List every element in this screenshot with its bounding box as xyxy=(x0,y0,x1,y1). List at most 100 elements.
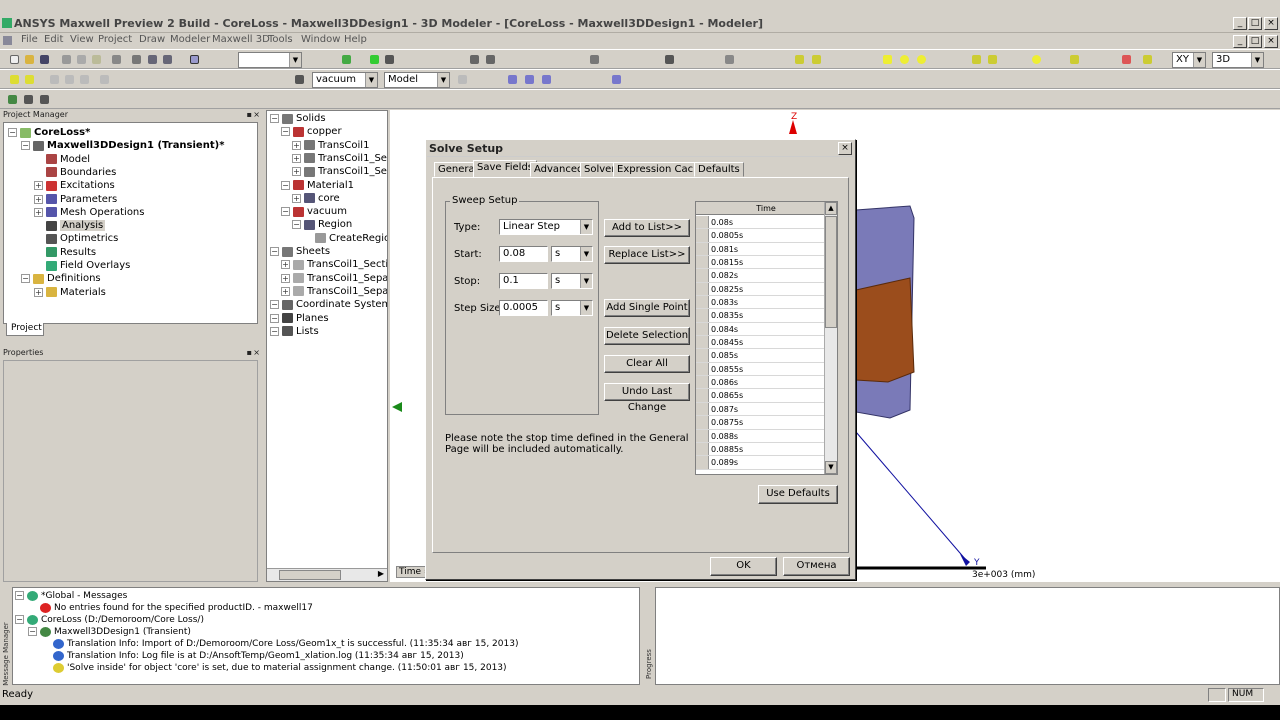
validate-icon[interactable] xyxy=(370,55,379,64)
tab-defaults[interactable]: Defaults xyxy=(694,162,744,177)
expand-toggle-icon[interactable]: − xyxy=(28,627,37,636)
expand-toggle-icon[interactable]: + xyxy=(34,207,43,217)
replace-list-button[interactable]: Replace List>> xyxy=(604,246,690,264)
expand-toggle-icon[interactable]: − xyxy=(21,141,30,151)
message-item[interactable]: −'Solve inside' for object 'core' is set… xyxy=(41,661,507,674)
time-row[interactable]: 0.0865s xyxy=(696,389,824,403)
delete-selection-button[interactable]: Delete Selection xyxy=(604,327,690,345)
model-tree-item[interactable]: + TransCoil1 xyxy=(292,139,369,152)
menu-edit[interactable]: Edit xyxy=(44,34,63,45)
time-row[interactable]: 0.087s xyxy=(696,402,824,417)
expand-toggle-icon[interactable]: − xyxy=(15,615,24,624)
fit-all-icon[interactable] xyxy=(665,55,674,64)
expand-toggle-icon[interactable]: − xyxy=(281,180,290,190)
expand-toggle-icon[interactable]: − xyxy=(270,247,279,256)
project-tree-item[interactable]: − Maxwell3DDesign1 (Transient)* xyxy=(21,139,224,152)
menu-draw[interactable]: Draw xyxy=(139,34,165,45)
pan-icon[interactable] xyxy=(470,55,479,64)
line-icon[interactable] xyxy=(795,55,804,64)
time-row[interactable]: 0.086s xyxy=(696,376,824,390)
cancel-button[interactable]: Отмена xyxy=(783,557,850,576)
expand-toggle-icon[interactable]: + xyxy=(292,193,301,203)
material-combo[interactable]: vacuum ▼ xyxy=(312,72,378,88)
copy-icon[interactable] xyxy=(77,55,86,64)
delete-icon[interactable] xyxy=(132,55,141,64)
expand-toggle-icon[interactable]: + xyxy=(34,194,43,204)
context-help-icon[interactable] xyxy=(25,75,34,84)
expand-toggle-icon[interactable]: + xyxy=(34,287,43,297)
expand-toggle-icon[interactable]: − xyxy=(281,127,290,137)
table-icon[interactable] xyxy=(24,95,33,104)
project-tree-item[interactable]: +Analysis xyxy=(34,219,106,232)
expand-toggle-icon[interactable]: − xyxy=(21,274,30,284)
model-tree-item[interactable]: − vacuum xyxy=(281,205,347,218)
project-tree-item[interactable]: +Optimetrics xyxy=(34,232,118,245)
chevron-down-icon[interactable]: ▼ xyxy=(825,461,837,474)
menu-project[interactable]: Project xyxy=(98,34,132,45)
cylinder-icon[interactable] xyxy=(988,55,997,64)
redo-icon[interactable] xyxy=(163,55,172,64)
select-mode-combo[interactable]: ▼ xyxy=(238,52,302,68)
time-row[interactable]: 0.089s xyxy=(696,456,824,470)
snap-icon[interactable] xyxy=(508,75,517,84)
time-row[interactable]: 0.0835s xyxy=(696,309,824,323)
menu-tools[interactable]: Tools xyxy=(268,34,293,45)
menu-window[interactable]: Window xyxy=(301,34,340,45)
model-tree-item[interactable]: − Material1 xyxy=(281,179,354,192)
plane-combo[interactable]: XY ▼ xyxy=(1172,52,1206,68)
ellipse-icon[interactable] xyxy=(917,55,926,64)
undo-icon[interactable] xyxy=(148,55,157,64)
expand-toggle-icon[interactable]: + xyxy=(281,286,290,296)
rectangle-icon[interactable] xyxy=(883,55,892,64)
add-to-list-button[interactable]: Add to List>> xyxy=(604,219,690,237)
menu-modeler[interactable]: Modeler xyxy=(170,34,210,45)
minimize-button[interactable]: _ xyxy=(1233,17,1247,30)
project-tree-item[interactable]: + Mesh Operations xyxy=(34,206,144,219)
expand-toggle-icon[interactable]: − xyxy=(292,220,301,230)
model-tree-item[interactable]: − Region xyxy=(292,218,352,231)
print-icon[interactable] xyxy=(112,55,121,64)
model-tree-item[interactable]: − Sheets xyxy=(270,245,330,258)
time-row[interactable]: 0.0815s xyxy=(696,256,824,270)
expand-toggle-icon[interactable]: − xyxy=(15,591,24,600)
maximize-button[interactable]: □ xyxy=(1248,17,1262,30)
project-tab[interactable]: Project xyxy=(6,323,44,336)
torus-icon[interactable] xyxy=(1070,55,1079,64)
rotate-icon[interactable] xyxy=(486,55,495,64)
stop-unit-select[interactable]: s ▼ xyxy=(551,273,593,289)
grid-icon[interactable] xyxy=(525,75,534,84)
material-icon[interactable] xyxy=(295,75,304,84)
close-button[interactable]: × xyxy=(1264,17,1278,30)
time-row[interactable]: 0.0855s xyxy=(696,362,824,377)
project-tree-item[interactable]: − Definitions xyxy=(21,272,101,285)
chevron-right-icon[interactable]: ▶ xyxy=(378,569,384,578)
dialog-close-button[interactable]: × xyxy=(838,142,852,155)
tab-save-fields[interactable]: Save Fields xyxy=(473,160,538,178)
scroll-thumb[interactable] xyxy=(279,570,341,580)
horizontal-scrollbar[interactable]: ▶ xyxy=(267,568,387,581)
tab-advanced[interactable]: Advanced xyxy=(530,162,588,177)
doc-minimize-button[interactable]: _ xyxy=(1233,35,1247,48)
menu-maxwell3d[interactable]: Maxwell 3D xyxy=(212,34,270,45)
expand-toggle-icon[interactable]: + xyxy=(34,181,43,191)
cut-icon[interactable] xyxy=(62,55,71,64)
ortho-icon[interactable] xyxy=(542,75,551,84)
doc-restore-button[interactable]: □ xyxy=(1248,35,1262,48)
model-tree-item[interactable]: + core xyxy=(292,192,340,205)
expand-toggle-icon[interactable]: + xyxy=(292,140,301,150)
expand-toggle-icon[interactable]: − xyxy=(270,326,279,336)
open-icon[interactable] xyxy=(25,55,34,64)
time-row[interactable]: 0.085s xyxy=(696,349,824,363)
expand-toggle-icon[interactable]: − xyxy=(8,128,17,137)
circle-icon[interactable] xyxy=(900,55,909,64)
model-tree-item[interactable]: +CreateRegion xyxy=(303,232,387,245)
ok-button[interactable]: OK xyxy=(710,557,777,576)
move-icon[interactable] xyxy=(458,75,467,84)
sphere-icon[interactable] xyxy=(1032,55,1041,64)
project-tree-item[interactable]: +Field Overlays xyxy=(34,259,130,272)
time-row[interactable]: 0.084s xyxy=(696,322,824,337)
scroll-thumb[interactable] xyxy=(825,216,837,328)
model-tree-item[interactable]: + TransCoil1_Sepa xyxy=(292,165,387,178)
point-icon[interactable] xyxy=(1143,55,1152,64)
model-combo[interactable]: Model ▼ xyxy=(384,72,450,88)
